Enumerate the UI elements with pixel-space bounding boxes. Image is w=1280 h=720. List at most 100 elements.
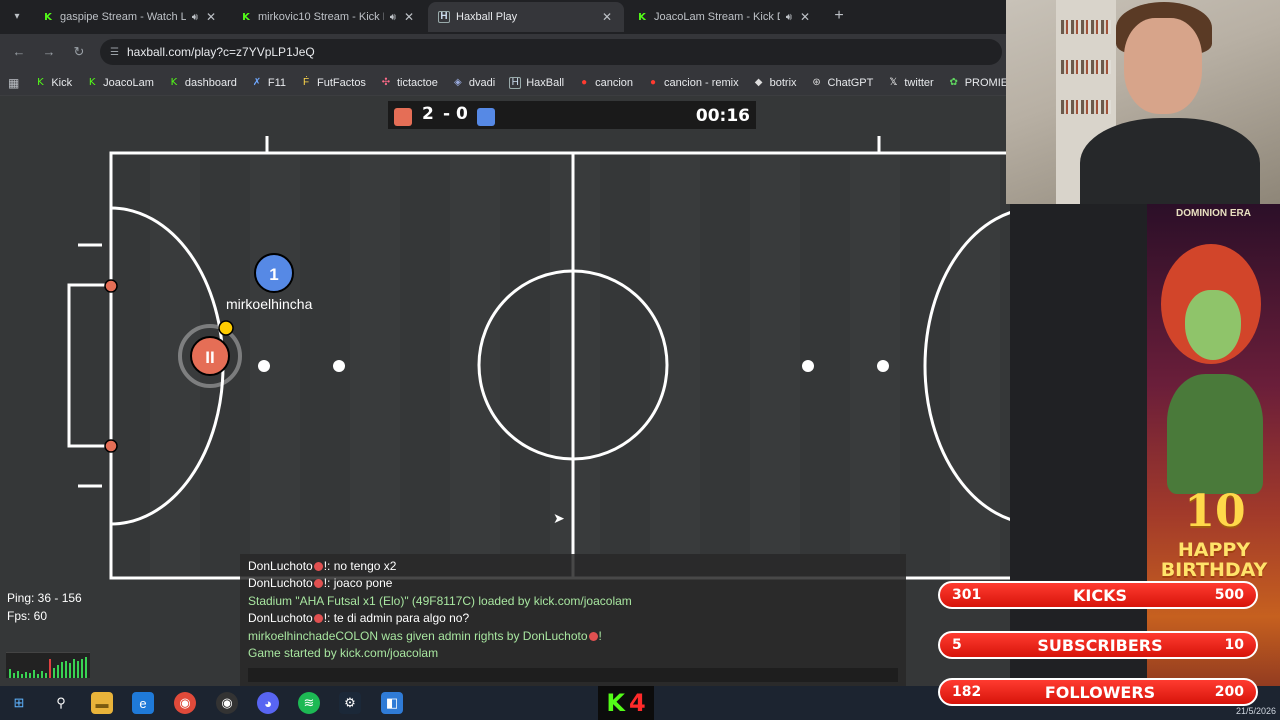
bookmark-label: tictactoe — [396, 76, 438, 89]
taskbar-date: 21/5/2026 — [1235, 706, 1276, 716]
forward-icon[interactable]: → — [40, 43, 58, 61]
site-info-icon[interactable]: ☰ — [110, 47, 119, 58]
discord-icon[interactable]: ◕ — [257, 692, 279, 714]
subscribers-goal-bar: SUBSCRIBERS 5 10 — [938, 631, 1258, 659]
close-icon[interactable]: ✕ — [798, 10, 812, 24]
screen: { "browser": { "tabs": [ {"title": "gasp… — [0, 0, 1280, 720]
close-icon[interactable]: ✕ — [600, 10, 614, 24]
webcam-overlay — [1006, 0, 1280, 204]
bookmark-kick[interactable]: K Kick — [27, 77, 79, 89]
goal-label: FOLLOWERS — [1044, 683, 1156, 702]
bookmark-f11[interactable]: ✗ F11 — [244, 77, 293, 89]
character-body — [1167, 374, 1263, 494]
bookmark-label: botrix — [769, 76, 797, 89]
chrome-alt-icon[interactable]: ◉ — [216, 692, 238, 714]
file-explorer-icon[interactable]: ▬ — [91, 692, 113, 714]
tab-mirkovic10[interactable]: K mirkovic10 Stream - Kick D 🔊︎ ✕ — [230, 2, 426, 32]
goal-current: 301 — [952, 587, 982, 603]
apps-icon[interactable]: ▦ — [8, 76, 27, 90]
bookmark-haxball[interactable]: H HaxBall — [502, 76, 571, 89]
bookmark-cancion[interactable]: ● cancion — [571, 77, 640, 89]
bookmark-label: dashboard — [184, 76, 237, 89]
haxball-icon: H — [438, 11, 450, 23]
penalty-spot — [877, 360, 889, 372]
chat-text: Stadium "AHA Futsal x1 (Elo)" (49F8117C)… — [248, 594, 632, 608]
badge-icon — [313, 562, 323, 571]
bookmark-label: F11 — [267, 76, 287, 89]
goal-target: 200 — [1214, 684, 1244, 700]
tab-haxball[interactable]: H Haxball Play ✕ — [428, 2, 624, 32]
character-face — [1185, 290, 1241, 360]
chat-input[interactable] — [248, 668, 898, 682]
bookmark-label: cancion — [595, 76, 634, 89]
bookmark-dashboard[interactable]: Kdashboard — [161, 77, 244, 89]
tab-title: Haxball Play — [456, 11, 518, 23]
goal-target: 10 — [1224, 637, 1244, 653]
penalty-spot — [258, 360, 270, 372]
tab-title: JoacoLam Stream - Kick D — [654, 11, 780, 23]
steam-icon[interactable]: ⚙ — [339, 692, 361, 714]
chat-text: !: no tengo x2 — [323, 559, 397, 573]
reload-icon[interactable]: ↻ — [70, 43, 88, 61]
back-icon[interactable]: ← — [10, 43, 28, 61]
red-score: 2 — [422, 104, 434, 124]
tab-joacolam[interactable]: K JoacoLam Stream - Kick D 🔊︎ ✕ — [626, 2, 822, 32]
tab-strip: ▾ K gaspipe Stream - Watch Liv 🔊︎ ✕ K mi… — [0, 0, 1010, 34]
books — [1061, 100, 1111, 114]
score-separator: - — [443, 104, 451, 124]
close-icon[interactable]: ✕ — [402, 10, 416, 24]
tab-title: gaspipe Stream - Watch Liv — [60, 11, 186, 23]
kick-icon: K — [88, 77, 96, 88]
tab-gaspipe[interactable]: K gaspipe Stream - Watch Liv 🔊︎ ✕ — [32, 2, 228, 32]
scoreboard: 2 - 0 00:16 — [388, 101, 756, 129]
red-goalpost — [104, 439, 118, 453]
player-nickname: mirkoelhincha — [226, 296, 313, 312]
new-tab-button[interactable]: + — [830, 7, 848, 25]
chat-author: DonLuchoto — [248, 576, 313, 590]
promo-happy: HAPPY — [1177, 539, 1251, 561]
bookmark-futfactos[interactable]: Ḟ FutFactos — [293, 77, 373, 89]
search-icon[interactable]: ⚲ — [50, 692, 72, 714]
chrome-icon[interactable]: ◉ — [174, 692, 196, 714]
goal-target: 500 — [1214, 587, 1244, 603]
close-icon[interactable]: ✕ — [204, 10, 218, 24]
chat-text: ! — [598, 629, 602, 643]
ball — [218, 320, 234, 336]
audio-icon[interactable]: 🔊︎ — [390, 12, 396, 23]
badge-icon — [313, 579, 323, 588]
fps-graph — [6, 652, 90, 678]
bookmarks-bar: ▦ K Kick K JoacoLam Kdashboard ✗ F11 Ḟ FutFa… — [0, 70, 1032, 96]
bookmark-tictactoe[interactable]: ✣ tictactoe — [373, 77, 445, 89]
bookmark-botrix[interactable]: ◆ botrix — [746, 77, 804, 89]
bookmark-dvadi[interactable]: ◈ dvadi — [445, 77, 502, 89]
tab-search-icon[interactable]: ▾ — [6, 8, 28, 26]
windows-icon[interactable]: ⊞ — [8, 692, 30, 714]
chat-system-message: Game started by kick.com/joacolam — [248, 646, 438, 660]
chat-text: mirkoelhinchadeCOLON was given admin rig… — [248, 629, 588, 643]
bookmark-twitter[interactable]: 𝕏twitter — [880, 77, 940, 89]
promiedos-icon: ✿ — [949, 77, 958, 88]
youtube-icon: ● — [650, 77, 657, 88]
promo-birthday: BIRTHDAY — [1160, 559, 1268, 581]
bookmark-cancion-remix[interactable]: ● cancion - remix — [640, 77, 746, 89]
goal-current: 5 — [952, 637, 962, 653]
spotify-icon[interactable]: ≋ — [298, 692, 320, 714]
bookmark-label: dvadi — [468, 76, 496, 89]
haxball-icon: H — [509, 76, 522, 89]
address-bar[interactable]: ☰ haxball.com/play?c=z7YVpLP1JeQ — [100, 39, 1002, 65]
stream-logo-k: K — [606, 689, 625, 717]
red-player-avatar: II — [205, 348, 214, 367]
game-timer: 00:16 — [695, 106, 750, 126]
bookmark-joacolam[interactable]: K JoacoLam — [79, 77, 161, 89]
f11-icon: ✗ — [252, 77, 262, 88]
mouse-cursor-icon: ➤ — [553, 510, 565, 526]
bookmark-label: twitter — [904, 76, 934, 89]
bookmark-chatgpt[interactable]: ⊛ ChatGPT — [804, 77, 881, 89]
edge-icon[interactable]: e — [132, 692, 154, 714]
bookmark-label: cancion - remix — [664, 76, 739, 89]
audio-icon[interactable]: 🔊︎ — [786, 12, 792, 23]
app-icon[interactable]: ◧ — [381, 692, 403, 714]
chat-author: DonLuchoto — [248, 559, 313, 573]
kick-icon: K — [170, 77, 178, 88]
audio-icon[interactable]: 🔊︎ — [192, 12, 198, 23]
